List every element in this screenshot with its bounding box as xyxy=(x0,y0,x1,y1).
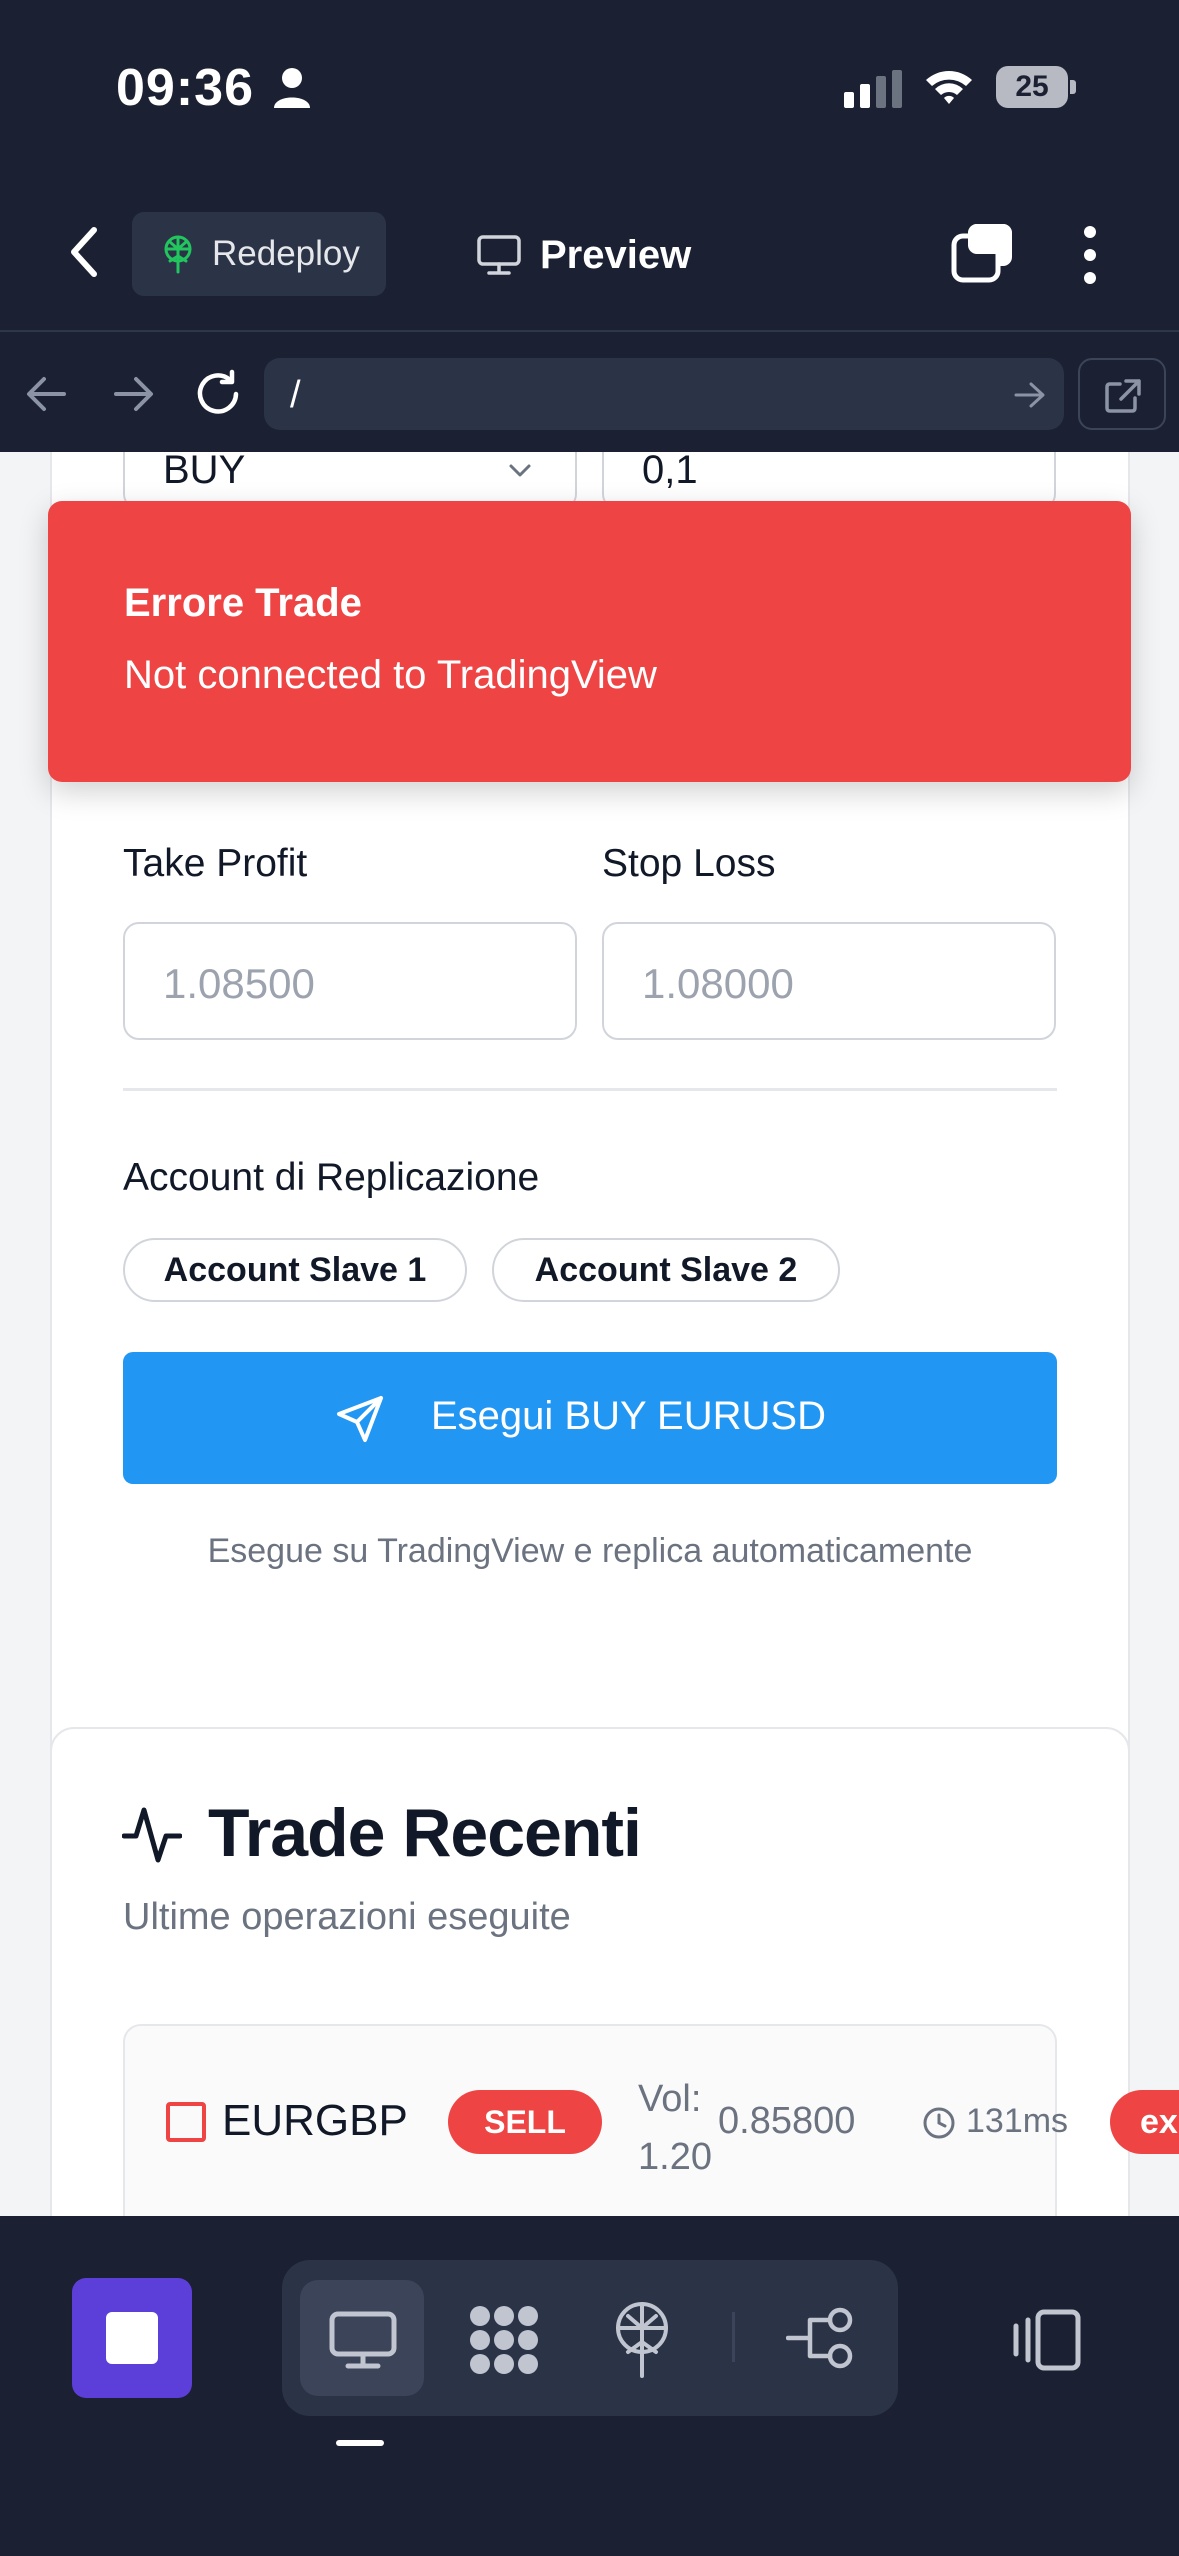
deploy-tree-icon[interactable] xyxy=(612,2302,672,2378)
url-input[interactable]: / xyxy=(264,358,1064,430)
recent-trades-title: Trade Recenti xyxy=(208,1795,642,1871)
preview-label: Preview xyxy=(540,232,692,277)
stop-button[interactable] xyxy=(72,2278,192,2398)
account-chip-slave-1[interactable]: Account Slave 1 xyxy=(123,1238,467,1302)
execute-hint: Esegue su TradingView e replica automati… xyxy=(207,1532,973,1570)
status-time: 09:36 xyxy=(116,59,254,117)
trade-status-icon xyxy=(166,2102,206,2142)
execute-trade-button[interactable]: Esegui BUY EURUSD xyxy=(123,1352,1057,1484)
take-profit-label: Take Profit xyxy=(123,842,308,885)
redeploy-label: Redeploy xyxy=(212,234,360,273)
sidebar-toggle-icon[interactable] xyxy=(1008,2308,1084,2372)
activity-icon xyxy=(122,1807,182,1863)
replication-label: Account di Replicazione xyxy=(123,1156,540,1199)
more-options-icon[interactable] xyxy=(1072,224,1108,286)
trade-latency: 131ms xyxy=(966,2102,1069,2140)
external-link-icon xyxy=(1105,379,1141,413)
form-divider xyxy=(123,1088,1057,1091)
nav-back-icon[interactable] xyxy=(24,374,70,414)
stop-loss-placeholder: 1.08000 xyxy=(642,960,794,1007)
url-text: / xyxy=(290,374,301,416)
workflow-icon[interactable] xyxy=(786,2306,856,2370)
top-chrome: 09:36 25 Redeploy Preview / xyxy=(0,0,1179,452)
chevron-down-icon xyxy=(509,464,531,477)
monitor-icon xyxy=(329,2311,397,2369)
monitor-icon xyxy=(477,235,521,275)
view-switcher xyxy=(282,2260,898,2416)
open-external-button[interactable] xyxy=(1078,358,1166,430)
account-chip-slave-2[interactable]: Account Slave 2 xyxy=(492,1238,840,1302)
battery-level: 25 xyxy=(1015,70,1049,103)
redeploy-button[interactable]: Redeploy xyxy=(132,212,386,296)
error-toast[interactable]: Errore Trade Not connected to TradingVie… xyxy=(48,501,1131,782)
take-profit-placeholder: 1.08500 xyxy=(163,960,315,1007)
cellular-signal-icon xyxy=(844,70,902,108)
volume-input-value: 0,1 xyxy=(642,452,698,492)
back-chevron-icon[interactable] xyxy=(60,222,108,282)
trade-volume: Vol: 1.20 xyxy=(638,2078,712,2178)
stop-loss-label: Stop Loss xyxy=(602,842,776,885)
toast-message: Not connected to TradingView xyxy=(124,653,657,697)
switcher-divider xyxy=(732,2312,735,2362)
browser-url-bar: / xyxy=(0,330,1179,452)
execute-label: Esegui BUY EURUSD xyxy=(431,1394,826,1438)
go-arrow-icon[interactable] xyxy=(1012,380,1048,410)
side-select-value: BUY xyxy=(163,452,246,492)
trade-status-badge: ex xyxy=(1110,2090,1179,2154)
tabs-icon[interactable] xyxy=(950,222,1016,284)
toast-title: Errore Trade xyxy=(124,581,362,625)
stop-loss-input[interactable]: 1.08000 xyxy=(602,922,1056,1040)
active-tab-indicator xyxy=(336,2440,384,2446)
bottom-toolbar xyxy=(0,2216,1179,2556)
deploy-tree-icon xyxy=(164,235,192,274)
nav-forward-icon[interactable] xyxy=(110,374,156,414)
trade-price: 0.85800 xyxy=(718,2100,856,2142)
person-icon xyxy=(274,68,310,108)
battery-indicator: 25 xyxy=(996,66,1076,108)
stop-icon xyxy=(106,2312,158,2364)
recent-trades-subtitle: Ultime operazioni eseguite xyxy=(123,1896,571,1938)
clock-icon xyxy=(923,2107,955,2139)
trade-side-badge: SELL xyxy=(448,2090,602,2154)
trade-symbol: EURGBP xyxy=(222,2096,408,2145)
take-profit-input[interactable]: 1.08500 xyxy=(123,922,577,1040)
wifi-icon xyxy=(926,71,972,104)
workspace-grid-icon[interactable] xyxy=(466,2304,542,2376)
reload-icon[interactable] xyxy=(192,368,244,420)
send-icon xyxy=(337,1396,383,1442)
preview-button[interactable]: Preview xyxy=(476,218,691,292)
